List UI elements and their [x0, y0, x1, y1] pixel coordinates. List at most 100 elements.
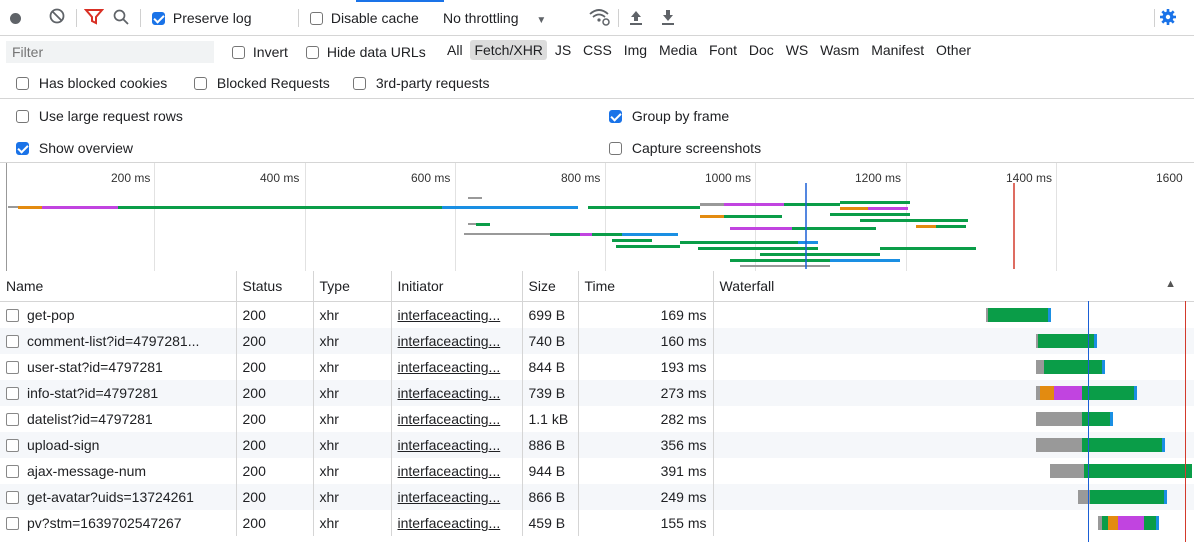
checkbox-checked[interactable] [152, 12, 165, 25]
table-row[interactable]: upload-sign 200 xhr interfaceacting... 8… [0, 432, 1194, 458]
import-har-button[interactable] [628, 8, 644, 29]
table-row[interactable]: pv?stm=1639702547267 200 xhr interfaceac… [0, 510, 1194, 536]
request-initiator-link[interactable]: interfaceacting... [398, 385, 501, 401]
hide-data-urls-checkbox[interactable]: Hide data URLs [306, 44, 426, 60]
third-party-label: 3rd-party requests [375, 75, 490, 91]
column-header-status[interactable]: Status [236, 271, 314, 302]
request-time: 282 ms [578, 406, 714, 432]
type-filter-css[interactable]: CSS [579, 40, 616, 60]
large-rows-checkbox[interactable]: Use large request rows [16, 108, 183, 124]
column-header-name[interactable]: Name [0, 271, 237, 302]
type-filter-media[interactable]: Media [655, 40, 701, 60]
disable-cache-checkbox[interactable]: Disable cache [310, 10, 419, 26]
record-button[interactable] [4, 6, 26, 30]
request-size: 740 B [522, 328, 579, 354]
preserve-log-checkbox[interactable]: Preserve log [152, 10, 251, 26]
table-row[interactable]: ajax-message-num 200 xhr interfaceacting… [0, 458, 1194, 484]
request-size: 886 B [522, 432, 579, 458]
checkbox-unchecked[interactable] [16, 77, 29, 90]
table-row[interactable]: datelist?id=4797281 200 xhr interfaceact… [0, 406, 1194, 432]
throttling-select[interactable]: No throttling ▼ [443, 10, 546, 26]
table-row[interactable]: get-avatar?uids=13724261 200 xhr interfa… [0, 484, 1194, 510]
type-filter-img[interactable]: Img [620, 40, 651, 60]
capture-screenshots-label: Capture screenshots [631, 140, 762, 156]
request-status: 200 [236, 510, 314, 536]
blocked-requests-checkbox[interactable]: Blocked Requests [194, 75, 330, 91]
network-conditions-button[interactable] [588, 7, 612, 30]
type-filter-js[interactable]: JS [551, 40, 575, 60]
request-initiator-link[interactable]: interfaceacting... [398, 359, 501, 375]
checkbox-checked[interactable] [16, 142, 29, 155]
network-settings-button[interactable] [1159, 8, 1177, 29]
waterfall-cell [713, 354, 1194, 380]
filter-toggle-button[interactable] [83, 8, 105, 29]
request-initiator-link[interactable]: interfaceacting... [398, 411, 501, 427]
request-type: xhr [313, 432, 392, 458]
checkbox-unchecked[interactable] [609, 142, 622, 155]
type-filter-other[interactable]: Other [932, 40, 975, 60]
invert-checkbox[interactable]: Invert [232, 44, 288, 60]
table-row[interactable]: comment-list?id=4797281... 200 xhr inter… [0, 328, 1194, 354]
checkbox-unchecked[interactable] [232, 46, 245, 59]
filter-input[interactable] [6, 41, 214, 63]
type-filter-fetch-xhr[interactable]: Fetch/XHR [470, 40, 547, 60]
request-icon [6, 335, 19, 348]
request-icon [6, 413, 19, 426]
checkbox-unchecked[interactable] [194, 77, 207, 90]
checkbox-checked[interactable] [609, 110, 622, 123]
filter-bar-secondary: Has blocked cookies Blocked Requests 3rd… [0, 69, 1194, 99]
checkbox-unchecked[interactable] [310, 12, 323, 25]
table-row[interactable]: info-stat?id=4797281 200 xhr interfaceac… [0, 380, 1194, 406]
request-initiator-link[interactable]: interfaceacting... [398, 333, 501, 349]
clear-button[interactable] [48, 7, 66, 28]
request-initiator-link[interactable]: interfaceacting... [398, 307, 501, 323]
type-filter-all[interactable]: All [443, 40, 467, 60]
request-initiator-link[interactable]: interfaceacting... [398, 437, 501, 453]
network-overview[interactable]: 200 ms 400 ms 600 ms 800 ms 1000 ms 1200… [0, 163, 1194, 272]
type-filter-manifest[interactable]: Manifest [867, 40, 928, 60]
filter-bar: Invert Hide data URLs All Fetch/XHR JS C… [0, 36, 1194, 69]
column-header-initiator[interactable]: Initiator [391, 271, 523, 302]
request-size: 699 B [522, 301, 579, 328]
table-row[interactable]: user-stat?id=4797281 200 xhr interfaceac… [0, 354, 1194, 380]
request-size: 866 B [522, 484, 579, 510]
column-header-waterfall[interactable]: Waterfall ▲ [713, 271, 1194, 302]
type-filter-ws[interactable]: WS [782, 40, 813, 60]
show-overview-checkbox[interactable]: Show overview [16, 140, 133, 156]
waterfall-cell [713, 432, 1194, 458]
request-time: 356 ms [578, 432, 714, 458]
group-by-frame-checkbox[interactable]: Group by frame [609, 108, 729, 124]
request-icon [6, 465, 19, 478]
third-party-checkbox[interactable]: 3rd-party requests [353, 75, 490, 91]
request-status: 200 [236, 406, 314, 432]
table-row[interactable]: get-pop 200 xhr interfaceacting... 699 B… [0, 301, 1194, 328]
request-size: 844 B [522, 354, 579, 380]
capture-screenshots-checkbox[interactable]: Capture screenshots [609, 140, 761, 156]
request-icon [6, 387, 19, 400]
request-size: 944 B [522, 458, 579, 484]
upload-icon [630, 11, 642, 25]
column-header-type[interactable]: Type [313, 271, 392, 302]
waterfall-cell [713, 484, 1194, 510]
column-header-size[interactable]: Size [522, 271, 579, 302]
overview-request-bars [8, 197, 976, 267]
export-har-button[interactable] [660, 8, 676, 29]
search-button[interactable] [112, 8, 130, 29]
type-filter-wasm[interactable]: Wasm [816, 40, 863, 60]
request-time: 273 ms [578, 380, 714, 406]
request-initiator-link[interactable]: interfaceacting... [398, 515, 501, 531]
search-icon [113, 9, 129, 25]
checkbox-unchecked[interactable] [16, 110, 29, 123]
checkbox-unchecked[interactable] [353, 77, 366, 90]
request-name: info-stat?id=4797281 [27, 385, 159, 401]
request-initiator-link[interactable]: interfaceacting... [398, 489, 501, 505]
settings-pane: Use large request rows Show overview Gro… [0, 99, 1194, 163]
request-initiator-link[interactable]: interfaceacting... [398, 463, 501, 479]
type-filter-font[interactable]: Font [705, 40, 741, 60]
request-time: 160 ms [578, 328, 714, 354]
column-header-time[interactable]: Time [578, 271, 714, 302]
hide-data-urls-label: Hide data URLs [326, 44, 426, 60]
type-filter-doc[interactable]: Doc [745, 40, 778, 60]
has-blocked-cookies-checkbox[interactable]: Has blocked cookies [16, 75, 167, 91]
checkbox-unchecked[interactable] [306, 46, 319, 59]
